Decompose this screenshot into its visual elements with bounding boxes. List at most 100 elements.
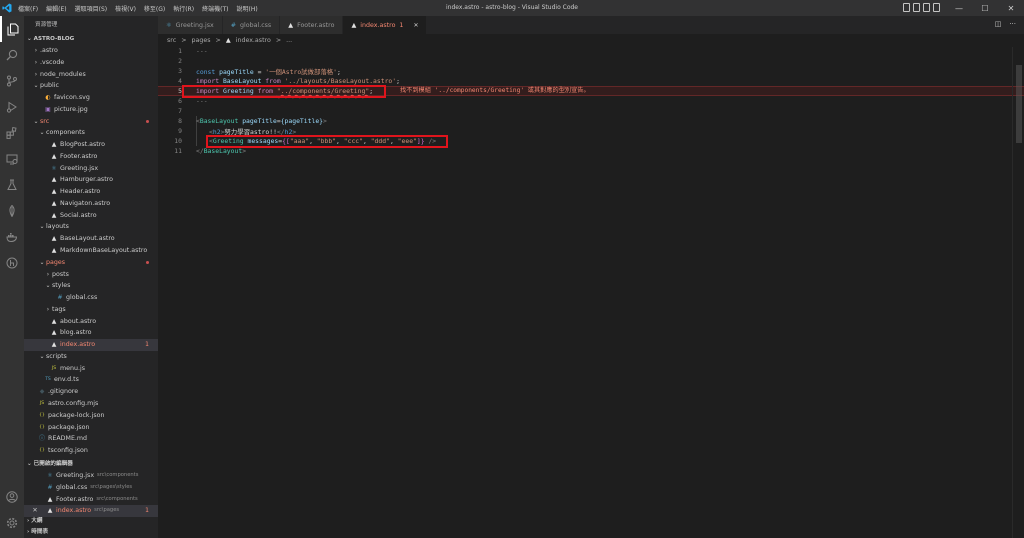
menu-item[interactable]: 執行(R) bbox=[169, 4, 198, 13]
code-line-8: <BaseLayout pageTitle={pageTitle}> bbox=[196, 117, 327, 125]
editor-tab[interactable]: ⚛ Greeting.jsx bbox=[158, 16, 223, 34]
tree-folder[interactable]: › posts bbox=[24, 269, 158, 281]
tree-file[interactable]: ◆ .gitignore bbox=[24, 386, 158, 398]
breadcrumb-pages[interactable]: pages bbox=[192, 37, 211, 44]
menu-item[interactable]: 選取項目(S) bbox=[71, 4, 112, 13]
tree-file[interactable]: ◐ favicon.svg bbox=[24, 92, 158, 104]
breadcrumb-src[interactable]: src bbox=[167, 37, 176, 44]
tree-file[interactable]: ▲ Social.astro bbox=[24, 210, 158, 222]
tree-folder[interactable]: ⌄ components bbox=[24, 127, 158, 139]
tree-file[interactable]: {} package.json bbox=[24, 422, 158, 434]
split-editor-icon[interactable]: ◫ bbox=[995, 20, 1002, 28]
project-section[interactable]: ⌄ ASTRO-BLOG bbox=[24, 34, 158, 45]
open-editors-header[interactable]: ⌄ 已開啟的編輯器 bbox=[24, 459, 158, 470]
editor-scrollbar[interactable] bbox=[1012, 47, 1024, 538]
menu-item[interactable]: 編輯(E) bbox=[42, 4, 70, 13]
tree-file[interactable]: ▲ MarkdownBaseLayout.astro bbox=[24, 245, 158, 257]
timeline-section[interactable]: › 時間表 bbox=[24, 527, 158, 538]
menu-item[interactable]: 終端機(T) bbox=[198, 4, 232, 13]
tree-file[interactable]: ▲ blog.astro bbox=[24, 327, 158, 339]
annotation-box-greeting bbox=[206, 135, 448, 148]
tree-folder[interactable]: ⌄ scripts bbox=[24, 351, 158, 363]
open-editor-item[interactable]: ⚛ Greeting.jsx src\components bbox=[24, 470, 158, 482]
tree-folder[interactable]: ⌄ pages bbox=[24, 257, 158, 269]
chevron-down-icon: ⌄ bbox=[39, 352, 45, 360]
remote-explorer-icon[interactable] bbox=[0, 146, 24, 172]
customize-layout-icon[interactable] bbox=[933, 3, 940, 12]
tree-file[interactable]: ▲ Navigaton.astro bbox=[24, 198, 158, 210]
account-icon[interactable] bbox=[0, 484, 24, 510]
docker-icon[interactable] bbox=[0, 224, 24, 250]
window-controls: — ☐ ✕ bbox=[946, 0, 1024, 16]
line-number: 5 bbox=[178, 87, 182, 95]
code-editor[interactable]: 1 2 3 4 5 6 7 8 9 10 11 --- const pageTi… bbox=[158, 47, 1024, 538]
code-line-6: --- bbox=[196, 97, 208, 105]
search-icon[interactable] bbox=[0, 42, 24, 68]
tree-folder[interactable]: › node_modules bbox=[24, 69, 158, 81]
tree-label: tsconfig.json bbox=[48, 447, 88, 455]
tree-label: styles bbox=[52, 282, 71, 290]
explorer-icon[interactable] bbox=[0, 16, 24, 42]
tree-file[interactable]: ▲ Header.astro bbox=[24, 186, 158, 198]
tree-file[interactable]: ▲ BlogPost.astro bbox=[24, 139, 158, 151]
tree-label: package.json bbox=[48, 423, 90, 431]
astro-file-icon: ▲ bbox=[351, 21, 357, 29]
extensions-icon[interactable] bbox=[0, 120, 24, 146]
tree-file[interactable]: ▲ Hamburger.astro bbox=[24, 174, 158, 186]
menu-item[interactable]: 檢視(V) bbox=[111, 4, 140, 13]
tree-file[interactable]: {} package-lock.json bbox=[24, 410, 158, 422]
breadcrumb-symbol[interactable]: ... bbox=[286, 37, 292, 44]
tree-file[interactable]: {} tsconfig.json bbox=[24, 445, 158, 457]
css-file-icon: # bbox=[57, 294, 63, 302]
tree-label: favicon.svg bbox=[54, 94, 90, 102]
open-editor-item[interactable]: # global.css src\pages\styles bbox=[24, 482, 158, 494]
run-debug-icon[interactable] bbox=[0, 94, 24, 120]
component-tag: BaseLayout bbox=[203, 147, 243, 155]
mongodb-icon[interactable] bbox=[0, 198, 24, 224]
close-icon[interactable]: ✕ bbox=[413, 22, 418, 29]
source-control-icon[interactable] bbox=[0, 68, 24, 94]
toggle-sidebar-icon[interactable] bbox=[903, 3, 910, 12]
open-editor-path: src\components bbox=[96, 495, 138, 502]
close-button[interactable]: ✕ bbox=[998, 0, 1024, 16]
menu-item[interactable]: 移至(G) bbox=[140, 4, 169, 13]
minimize-button[interactable]: — bbox=[946, 0, 972, 16]
tree-file[interactable]: ▲ BaseLayout.astro bbox=[24, 233, 158, 245]
settings-icon[interactable] bbox=[0, 510, 24, 536]
editor-tab[interactable]: # global.css bbox=[222, 16, 281, 34]
tree-label: astro.config.mjs bbox=[48, 399, 99, 407]
tree-file[interactable]: JS astro.config.mjs bbox=[24, 398, 158, 410]
menu-item[interactable]: 檔案(F) bbox=[14, 4, 42, 13]
editor-tab[interactable]: ▲ index.astro 1 ✕ bbox=[343, 16, 428, 34]
menu-item[interactable]: 說明(H) bbox=[232, 4, 261, 13]
tab-label: Greeting.jsx bbox=[175, 21, 214, 29]
tree-folder[interactable]: ⌄ public bbox=[24, 80, 158, 92]
toggle-secondary-sidebar-icon[interactable] bbox=[923, 3, 930, 12]
tree-file[interactable]: ▣ picture.jpg bbox=[24, 104, 158, 116]
outline-section[interactable]: › 大綱 bbox=[24, 516, 158, 527]
editor-tab[interactable]: ▲ Footer.astro bbox=[280, 16, 344, 34]
tree-file[interactable]: ⓘ README.md bbox=[24, 433, 158, 445]
testing-icon[interactable] bbox=[0, 172, 24, 198]
toggle-panel-icon[interactable] bbox=[913, 3, 920, 12]
tree-folder[interactable]: ⌄ src bbox=[24, 116, 158, 128]
tree-file[interactable]: ▲ about.astro bbox=[24, 316, 158, 328]
scrollbar-thumb[interactable] bbox=[1016, 65, 1022, 143]
tree-file[interactable]: # global.css bbox=[24, 292, 158, 304]
tree-label: index.astro bbox=[60, 341, 96, 349]
tree-file[interactable]: ▲ index.astro 1 bbox=[24, 339, 158, 351]
tree-folder[interactable]: › tags bbox=[24, 304, 158, 316]
open-editor-item[interactable]: ▲ Footer.astro src\components bbox=[24, 494, 158, 506]
breadcrumb-file[interactable]: index.astro bbox=[236, 37, 271, 44]
gitlens-icon[interactable] bbox=[0, 250, 24, 276]
tree-folder[interactable]: › .astro bbox=[24, 45, 158, 57]
tree-file[interactable]: JS menu.js bbox=[24, 363, 158, 375]
maximize-button[interactable]: ☐ bbox=[972, 0, 998, 16]
tree-folder[interactable]: ⌄ styles bbox=[24, 280, 158, 292]
more-actions-icon[interactable]: ··· bbox=[1009, 20, 1016, 28]
tree-file[interactable]: ⚛ Greeting.jsx bbox=[24, 163, 158, 175]
tree-file[interactable]: TS env.d.ts bbox=[24, 374, 158, 386]
tree-folder[interactable]: › .vscode bbox=[24, 57, 158, 69]
tree-file[interactable]: ▲ Footer.astro bbox=[24, 151, 158, 163]
tree-folder[interactable]: ⌄ layouts bbox=[24, 221, 158, 233]
